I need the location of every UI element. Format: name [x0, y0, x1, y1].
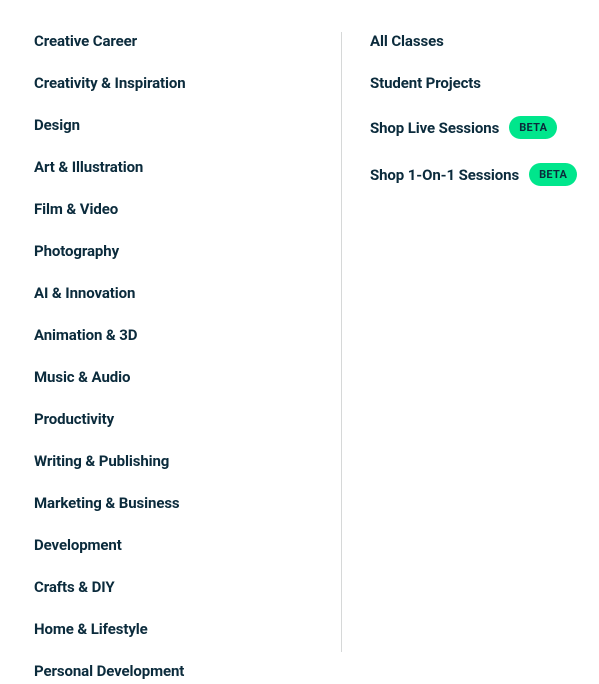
- category-link[interactable]: Personal Development: [34, 662, 184, 680]
- category-item-personal-development[interactable]: Personal Development: [34, 662, 341, 680]
- category-item-art-illustration[interactable]: Art & Illustration: [34, 158, 341, 176]
- category-list: Creative Career Creativity & Inspiration…: [34, 32, 341, 680]
- category-link[interactable]: Development: [34, 536, 122, 554]
- category-item-creative-career[interactable]: Creative Career: [34, 32, 341, 50]
- category-link[interactable]: Creativity & Inspiration: [34, 74, 186, 92]
- category-item-development[interactable]: Development: [34, 536, 341, 554]
- secondary-list: All Classes Student Projects Shop Live S…: [370, 32, 599, 186]
- category-item-film-video[interactable]: Film & Video: [34, 200, 341, 218]
- category-item-music-audio[interactable]: Music & Audio: [34, 368, 341, 386]
- menu-container: Creative Career Creativity & Inspiration…: [0, 0, 599, 684]
- secondary-link[interactable]: Shop Live Sessions: [370, 119, 499, 137]
- secondary-item-shop-1on1-sessions[interactable]: Shop 1-On-1 Sessions BETA: [370, 163, 599, 186]
- category-item-marketing-business[interactable]: Marketing & Business: [34, 494, 341, 512]
- category-link[interactable]: Creative Career: [34, 32, 137, 50]
- category-link[interactable]: Writing & Publishing: [34, 452, 169, 470]
- category-item-ai-innovation[interactable]: AI & Innovation: [34, 284, 341, 302]
- category-link[interactable]: AI & Innovation: [34, 284, 135, 302]
- category-link[interactable]: Art & Illustration: [34, 158, 143, 176]
- category-link[interactable]: Crafts & DIY: [34, 578, 115, 596]
- category-link[interactable]: Photography: [34, 242, 119, 260]
- category-item-creativity-inspiration[interactable]: Creativity & Inspiration: [34, 74, 341, 92]
- category-item-writing-publishing[interactable]: Writing & Publishing: [34, 452, 341, 470]
- category-link[interactable]: Music & Audio: [34, 368, 130, 386]
- left-column: Creative Career Creativity & Inspiration…: [34, 32, 342, 652]
- beta-badge: BETA: [509, 116, 557, 139]
- secondary-link[interactable]: Shop 1-On-1 Sessions: [370, 166, 519, 184]
- category-item-design[interactable]: Design: [34, 116, 341, 134]
- category-link[interactable]: Marketing & Business: [34, 494, 180, 512]
- category-item-animation-3d[interactable]: Animation & 3D: [34, 326, 341, 344]
- category-item-photography[interactable]: Photography: [34, 242, 341, 260]
- beta-badge: BETA: [529, 163, 577, 186]
- secondary-item-all-classes[interactable]: All Classes: [370, 32, 599, 50]
- secondary-link[interactable]: Student Projects: [370, 74, 481, 92]
- category-link[interactable]: Animation & 3D: [34, 326, 137, 344]
- category-item-home-lifestyle[interactable]: Home & Lifestyle: [34, 620, 341, 638]
- category-link[interactable]: Home & Lifestyle: [34, 620, 148, 638]
- category-link[interactable]: Film & Video: [34, 200, 118, 218]
- category-link[interactable]: Design: [34, 116, 80, 134]
- secondary-item-shop-live-sessions[interactable]: Shop Live Sessions BETA: [370, 116, 599, 139]
- secondary-item-student-projects[interactable]: Student Projects: [370, 74, 599, 92]
- category-link[interactable]: Productivity: [34, 410, 114, 428]
- right-column: All Classes Student Projects Shop Live S…: [342, 32, 599, 652]
- category-item-productivity[interactable]: Productivity: [34, 410, 341, 428]
- secondary-link[interactable]: All Classes: [370, 32, 444, 50]
- category-item-crafts-diy[interactable]: Crafts & DIY: [34, 578, 341, 596]
